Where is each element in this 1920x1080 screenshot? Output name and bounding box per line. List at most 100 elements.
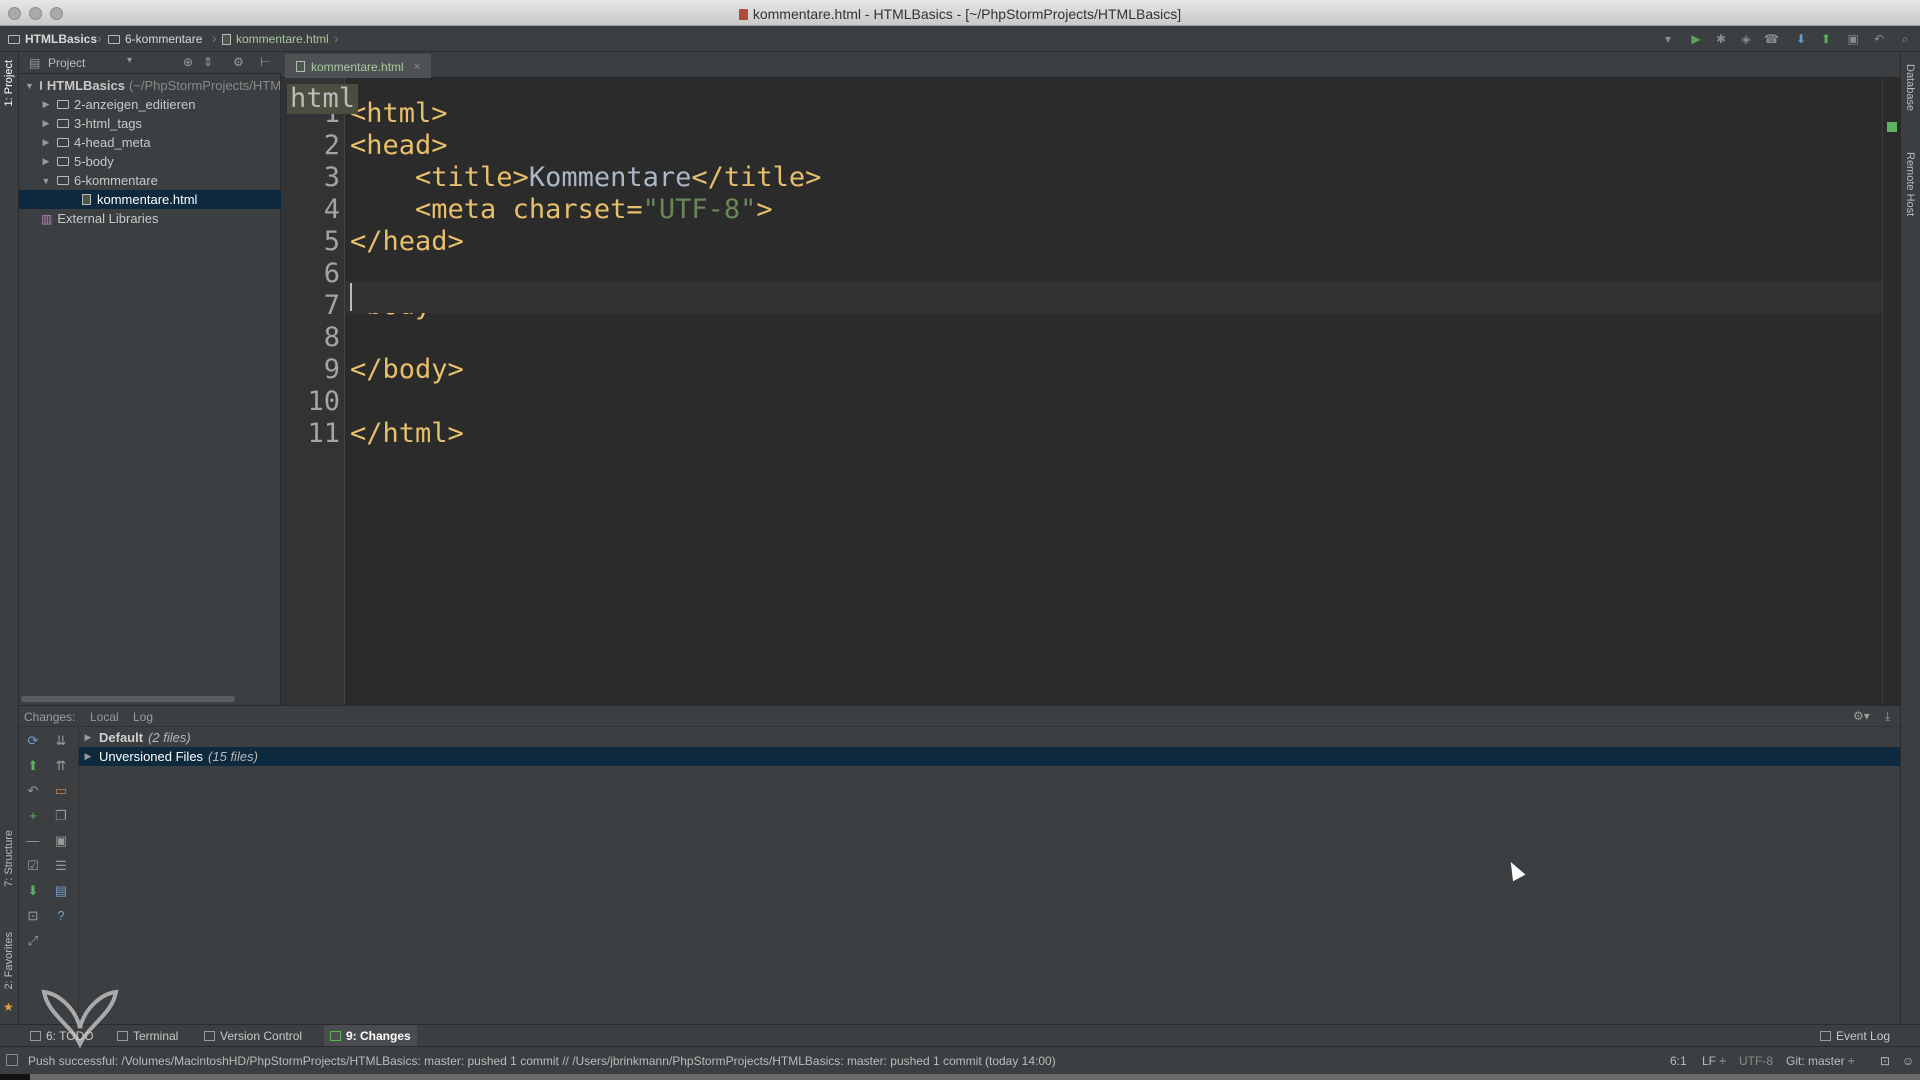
folder-icon xyxy=(8,34,20,44)
search-everywhere-icon[interactable]: ⌕ xyxy=(1898,32,1912,46)
editor-tab[interactable]: kommentare.html × xyxy=(285,54,432,78)
breadcrumb-file[interactable]: kommentare.html xyxy=(222,32,329,46)
line-number: 8 xyxy=(323,322,340,353)
line-number: 9 xyxy=(323,354,340,385)
code-line: </head> xyxy=(350,226,464,257)
event-log-icon xyxy=(1820,1031,1831,1041)
line-separator[interactable]: LF ÷ xyxy=(1702,1054,1726,1068)
project-tool-tab[interactable]: 1: Project xyxy=(3,60,15,106)
hide-panel-icon[interactable]: ⤓ xyxy=(1885,709,1890,724)
favorites-tool-tab[interactable]: 2: Favorites xyxy=(3,932,15,989)
run-icon[interactable]: ▶ xyxy=(1689,32,1703,46)
line-number: 10 xyxy=(307,386,340,417)
collapsed-arrow-icon[interactable]: ▶ xyxy=(41,156,51,167)
gear-icon[interactable]: ⚙▾ xyxy=(1853,709,1870,723)
shelve-icon[interactable]: ▭ xyxy=(53,783,69,799)
changes-tab-local[interactable]: Local xyxy=(90,710,119,724)
html-file-icon xyxy=(82,194,91,205)
hide-panel-icon[interactable]: ⊢ xyxy=(260,55,270,69)
caret-position[interactable]: 6:1 xyxy=(1670,1054,1687,1068)
breadcrumb-folder[interactable]: 6-kommentare xyxy=(108,32,202,46)
code-token: </html> xyxy=(350,418,464,449)
tree-item-project-root[interactable]: ▼ HTMLBasics (~/PhpStormProjects/HTMLBas… xyxy=(19,76,281,95)
status-message[interactable]: Push successful: /Volumes/MacintoshHD/Ph… xyxy=(28,1054,1056,1068)
database-tool-tab[interactable]: Database xyxy=(1904,64,1916,111)
no-problems-icon[interactable] xyxy=(1887,122,1897,132)
gear-icon[interactable]: ⚙ xyxy=(233,55,244,69)
star-icon: ★ xyxy=(3,1000,14,1014)
changelist-name: Default xyxy=(99,730,144,745)
remote-host-tool-tab[interactable]: Remote Host xyxy=(1904,152,1916,216)
chevron-down-icon[interactable]: ▾ xyxy=(127,55,132,66)
rollback-icon[interactable]: ↶ xyxy=(25,783,41,799)
listen-debug-icon[interactable]: ☎ xyxy=(1764,32,1779,46)
revert-icon[interactable]: ↶ xyxy=(1872,32,1886,46)
expanded-arrow-icon[interactable]: ▼ xyxy=(25,81,34,91)
collapsed-arrow-icon[interactable]: ▶ xyxy=(41,137,51,148)
tree-item-file-selected[interactable]: kommentare.html xyxy=(19,190,281,209)
changes-panel-header: Changes: Local Log ⚙▾ ⤓ xyxy=(19,705,1900,727)
collapse-all-icon[interactable]: ⇈ xyxy=(53,758,69,774)
changelist-unversioned[interactable]: ▶ Unversioned Files (15 files) xyxy=(79,747,1900,766)
collapse-all-icon[interactable]: ⇕ xyxy=(203,55,213,69)
line-number: 4 xyxy=(323,194,340,225)
changes-tool-button[interactable]: 9: Changes xyxy=(324,1025,417,1047)
lock-icon[interactable]: ⊡ xyxy=(1880,1054,1890,1068)
add-icon[interactable]: + xyxy=(25,808,41,824)
export-icon[interactable]: ⤢ xyxy=(25,933,41,949)
code-line: </html> xyxy=(350,418,464,449)
debug-icon[interactable]: ✱ xyxy=(1714,32,1728,46)
line-number: 3 xyxy=(323,162,340,193)
terminal-tool-button[interactable]: Terminal xyxy=(117,1029,178,1043)
tree-item-folder[interactable]: ▶ 2-anzeigen_editieren xyxy=(19,95,281,114)
line-number: 2 xyxy=(323,130,340,161)
toggle-tool-windows-icon[interactable] xyxy=(6,1054,18,1066)
compare-icon[interactable]: ▣ xyxy=(1846,32,1860,46)
structure-tool-tab[interactable]: 7: Structure xyxy=(3,830,15,887)
breadcrumb-project[interactable]: HTMLBasics xyxy=(8,32,97,46)
project-view-selector[interactable]: Project xyxy=(48,56,85,70)
remove-icon[interactable]: — xyxy=(25,833,41,849)
close-tab-icon[interactable]: × xyxy=(414,61,420,73)
coverage-icon[interactable]: ◈ xyxy=(1739,32,1753,46)
help-icon[interactable]: ? xyxy=(53,908,69,924)
copy-icon[interactable]: ❐ xyxy=(53,808,69,824)
group-icon[interactable]: ☰ xyxy=(53,858,69,874)
inspector-icon[interactable]: ☺ xyxy=(1902,1054,1914,1068)
event-log-tool-button[interactable]: Event Log xyxy=(1820,1029,1890,1043)
code-line: </body> xyxy=(350,354,464,385)
folder-icon xyxy=(57,138,69,147)
expanded-arrow-icon[interactable]: ▼ xyxy=(41,176,51,186)
vcs-commit-icon[interactable]: ⬆ xyxy=(1819,32,1833,46)
preview-icon[interactable]: ▤ xyxy=(53,883,69,899)
run-config-dropdown-icon[interactable]: ▾ xyxy=(1661,32,1675,46)
changelist-default[interactable]: ▶ Default (2 files) xyxy=(79,728,1900,747)
collapsed-arrow-icon[interactable]: ▶ xyxy=(41,118,51,129)
project-panel-header: ▤ Project ▾ ⊕ ⇕ ⚙ ⊢ xyxy=(19,52,281,74)
tree-item-folder[interactable]: ▶ 5-body xyxy=(19,152,281,171)
lock-icon[interactable]: ⊡ xyxy=(25,908,41,924)
scroll-from-source-icon[interactable]: ⊕ xyxy=(183,55,193,69)
changelist-count: (2 files) xyxy=(148,730,191,745)
changes-tab-log[interactable]: Log xyxy=(133,710,153,724)
refresh-icon[interactable]: ⟳ xyxy=(25,733,41,749)
tree-item-folder[interactable]: ▼ 6-kommentare xyxy=(19,171,281,190)
expand-all-icon[interactable]: ⇊ xyxy=(53,733,69,749)
code-editor[interactable]: 1234567891011 <html><head> <title>Kommen… xyxy=(281,78,1882,705)
project-horizontal-scrollbar[interactable] xyxy=(21,696,235,702)
tree-item-folder[interactable]: ▶ 4-head_meta xyxy=(19,133,281,152)
collapsed-arrow-icon[interactable]: ▶ xyxy=(83,732,93,743)
vcs-commit-icon[interactable]: ⬆ xyxy=(25,758,41,774)
tree-item-external-libraries[interactable]: ▥ External Libraries xyxy=(19,209,281,228)
collapsed-arrow-icon[interactable]: ▶ xyxy=(41,99,51,110)
tree-item-folder[interactable]: ▶ 3-html_tags xyxy=(19,114,281,133)
checkbox-icon[interactable]: ☑ xyxy=(25,858,41,874)
diff-icon[interactable]: ▣ xyxy=(53,833,69,849)
vcs-update-icon[interactable]: ⬇ xyxy=(1794,32,1808,46)
merge-icon[interactable]: ⬇ xyxy=(25,883,41,899)
scope-breadcrumb-hint: html xyxy=(287,84,359,114)
version-control-tool-button[interactable]: Version Control xyxy=(204,1029,302,1043)
collapsed-arrow-icon[interactable]: ▶ xyxy=(83,751,93,762)
file-encoding[interactable]: UTF-8 xyxy=(1739,1054,1773,1068)
vcs-branch[interactable]: Git: master ÷ xyxy=(1786,1054,1855,1068)
